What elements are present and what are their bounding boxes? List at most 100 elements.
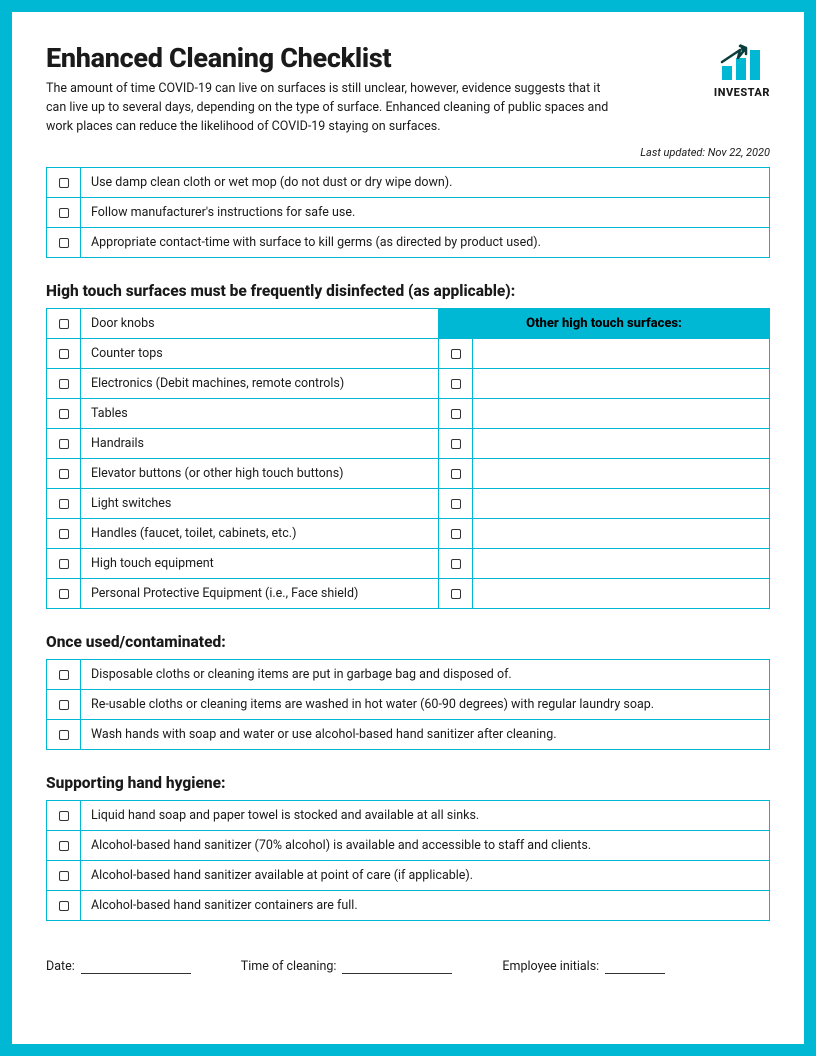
checkbox[interactable] [451, 499, 461, 509]
time-label: Time of cleaning: [241, 959, 337, 974]
checklist-item-text: Alcohol-based hand sanitizer containers … [81, 891, 770, 921]
checkbox-cell [439, 399, 473, 429]
high-touch-title: High touch surfaces must be frequently d… [46, 282, 770, 300]
checklist-row: Liquid hand soap and paper towel is stoc… [47, 801, 770, 831]
checkbox-cell [439, 549, 473, 579]
checkbox-cell [47, 891, 81, 921]
initials-input-line[interactable] [605, 973, 665, 974]
checklist-item-text: Disposable cloths or cleaning items are … [81, 660, 770, 690]
checkbox-cell [47, 459, 81, 489]
checkbox[interactable] [59, 529, 69, 539]
checkbox-cell [439, 459, 473, 489]
checkbox[interactable] [59, 871, 69, 881]
date-label: Date: [46, 959, 75, 974]
checklist-row: Elevator buttons (or other high touch bu… [47, 459, 770, 489]
checklist-item-text: Light switches [81, 489, 439, 519]
checklist-row: Handles (faucet, toilet, cabinets, etc.) [47, 519, 770, 549]
checklist-item-text: High touch equipment [81, 549, 439, 579]
checklist-row: Alcohol-based hand sanitizer available a… [47, 861, 770, 891]
page: Enhanced Cleaning Checklist The amount o… [12, 12, 804, 1044]
checklist-row: High touch equipment [47, 549, 770, 579]
checkbox[interactable] [59, 409, 69, 419]
checkbox[interactable] [59, 439, 69, 449]
logo: INVESTAR [714, 42, 770, 99]
checkbox[interactable] [59, 559, 69, 569]
other-surface-input[interactable] [473, 339, 770, 369]
checkbox[interactable] [451, 589, 461, 599]
other-surface-input[interactable] [473, 579, 770, 609]
checkbox[interactable] [451, 439, 461, 449]
checkbox[interactable] [59, 349, 69, 359]
checklist-item-text: Follow manufacturer's instructions for s… [81, 198, 770, 228]
checklist-row: Follow manufacturer's instructions for s… [47, 198, 770, 228]
checkbox-cell [47, 579, 81, 609]
checkbox[interactable] [59, 499, 69, 509]
checkbox[interactable] [59, 238, 69, 248]
checkbox-cell [47, 429, 81, 459]
high-touch-checklist: Door knobsOther high touch surfaces:Coun… [46, 308, 770, 609]
checkbox-cell [47, 690, 81, 720]
checkbox[interactable] [59, 841, 69, 851]
checklist-item-text: Personal Protective Equipment (i.e., Fac… [81, 579, 439, 609]
other-surface-input[interactable] [473, 519, 770, 549]
checkbox-cell [47, 831, 81, 861]
checklist-row: Tables [47, 399, 770, 429]
other-surface-input[interactable] [473, 549, 770, 579]
hygiene-checklist: Liquid hand soap and paper towel is stoc… [46, 800, 770, 921]
checkbox-cell [47, 369, 81, 399]
other-surface-input[interactable] [473, 369, 770, 399]
time-field: Time of cleaning: [241, 959, 453, 974]
checkbox[interactable] [59, 319, 69, 329]
checklist-row: Counter tops [47, 339, 770, 369]
checkbox-cell [47, 339, 81, 369]
checkbox[interactable] [451, 379, 461, 389]
checkbox[interactable] [451, 529, 461, 539]
time-input-line[interactable] [342, 973, 452, 974]
checkbox-cell [47, 660, 81, 690]
bar-chart-arrow-icon [716, 44, 768, 82]
checkbox[interactable] [451, 409, 461, 419]
checklist-row: Alcohol-based hand sanitizer containers … [47, 891, 770, 921]
checklist-item-text: Re-usable cloths or cleaning items are w… [81, 690, 770, 720]
checkbox[interactable] [59, 208, 69, 218]
page-title: Enhanced Cleaning Checklist [46, 42, 694, 74]
checklist-row: Disposable cloths or cleaning items are … [47, 660, 770, 690]
checkbox-cell [47, 168, 81, 198]
footer: Date: Time of cleaning: Employee initial… [46, 959, 770, 974]
checklist-item-text: Counter tops [81, 339, 439, 369]
checklist-row: Light switches [47, 489, 770, 519]
checklist-row: Alcohol-based hand sanitizer (70% alcoho… [47, 831, 770, 861]
checkbox-cell [47, 489, 81, 519]
checklist-row: Personal Protective Equipment (i.e., Fac… [47, 579, 770, 609]
checkbox[interactable] [451, 469, 461, 479]
checkbox-cell [439, 489, 473, 519]
checkbox[interactable] [59, 469, 69, 479]
checkbox[interactable] [59, 901, 69, 911]
other-surface-input[interactable] [473, 489, 770, 519]
checklist-item-text: Handrails [81, 429, 439, 459]
checklist-row: Electronics (Debit machines, remote cont… [47, 369, 770, 399]
checkbox[interactable] [451, 349, 461, 359]
header-text: Enhanced Cleaning Checklist The amount o… [46, 42, 694, 136]
checkbox[interactable] [59, 811, 69, 821]
checkbox[interactable] [59, 670, 69, 680]
checkbox-cell [47, 519, 81, 549]
checkbox[interactable] [59, 589, 69, 599]
checkbox[interactable] [451, 559, 461, 569]
other-surface-input[interactable] [473, 399, 770, 429]
checklist-item-text: Appropriate contact-time with surface to… [81, 228, 770, 258]
once-used-title: Once used/contaminated: [46, 633, 770, 651]
other-surface-input[interactable] [473, 459, 770, 489]
checklist-item-text: Electronics (Debit machines, remote cont… [81, 369, 439, 399]
checkbox[interactable] [59, 700, 69, 710]
checkbox-cell [47, 720, 81, 750]
checkbox[interactable] [59, 379, 69, 389]
date-input-line[interactable] [81, 973, 191, 974]
checklist-row: Re-usable cloths or cleaning items are w… [47, 690, 770, 720]
checkbox[interactable] [59, 730, 69, 740]
checkbox[interactable] [59, 178, 69, 188]
checkbox-cell [439, 339, 473, 369]
subtitle: The amount of time COVID-19 can live on … [46, 80, 616, 136]
checkbox-cell [47, 549, 81, 579]
other-surface-input[interactable] [473, 429, 770, 459]
